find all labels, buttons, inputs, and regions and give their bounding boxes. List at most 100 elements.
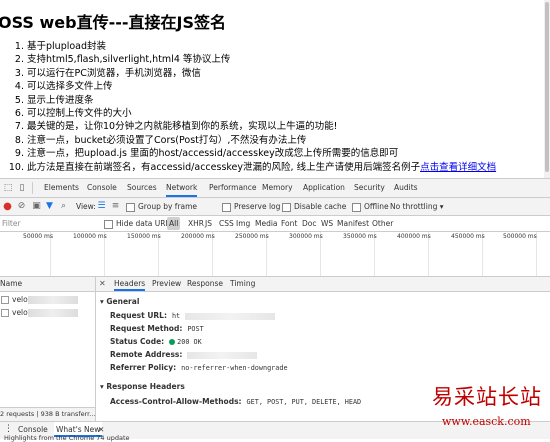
filter-type-other[interactable]: Other [370,217,395,230]
device-toolbar-icon[interactable]: ▯ [17,183,27,193]
devtools-tabbar: ⬚ ▯ Elements Console Sources Network Per… [0,179,550,198]
redacted-text [185,312,276,320]
tab-audits[interactable]: Audits [394,179,418,197]
watermark-url: www.easck.com [442,415,531,428]
page-scrollbar[interactable] [544,0,550,178]
timeline-tick-label: 350000 ms [343,233,377,240]
timeline-tick-label: 500000 ms [503,233,537,240]
request-url-key: Request URL: [110,311,167,320]
timeline-tick-label: 250000 ms [235,233,269,240]
waterfall-icon[interactable]: ≡ [110,201,121,212]
page-title: OSS web直传---直接在JS签名 [0,13,226,32]
redacted-text [187,351,258,359]
search-icon[interactable]: ⌕ [58,201,69,212]
filter-type-font[interactable]: Font [279,217,299,230]
tab-elements[interactable]: Elements [44,179,79,197]
network-toolbar: ● ⊘ ▣ ▼ ⌕ View: ☰ ≡ Group by frame Prese… [0,198,550,216]
filter-input[interactable]: Filter [2,216,21,231]
referrer-policy-value: no-referrer-when-downgrade [181,364,288,372]
filter-type-manifest[interactable]: Manifest [335,217,371,230]
filter-type-media[interactable]: Media [253,217,280,230]
camera-icon[interactable]: ▣ [31,201,42,212]
timeline-tick-label: 300000 ms [289,233,323,240]
tab-network[interactable]: Network [166,179,198,197]
preserve-log-label: Preserve log [234,202,281,211]
timeline-tick-label: 200000 ms [181,233,215,240]
checkbox[interactable] [282,202,291,212]
tab-memory[interactable]: Memory [262,179,293,197]
checkbox[interactable] [222,202,231,212]
disable-cache-checkbox[interactable]: Disable cache [282,198,346,215]
close-icon[interactable]: ✕ [99,277,106,291]
tab-application[interactable]: Application [303,179,345,197]
checkbox[interactable] [352,202,361,212]
hide-data-urls-checkbox[interactable]: Hide data URLs [104,216,174,231]
remote-address-key: Remote Address: [110,350,183,359]
status-code-text: 200 OK [177,338,202,346]
requests-summary: 2 requests | 938 B transferr... [0,407,95,421]
filter-type-js[interactable]: JS [203,217,214,230]
request-url-value: ht [171,312,181,320]
timeline-tick-label: 450000 ms [451,233,485,240]
list-item: 支持html5,flash,silverlight,html4 等协议上传 [27,53,496,66]
watermark-title: 易采站长站 [432,385,542,409]
filter-icon[interactable]: ▼ [44,201,55,212]
status-dot-icon [169,339,176,345]
tab-headers[interactable]: Headers [114,277,146,291]
general-section-header[interactable]: ▾ General [100,297,139,306]
tab-performance[interactable]: Performance [209,179,257,197]
list-item: 最关键的是，让你10分钟之内就能移植到你的系统，实现以上牛逼的功能! [27,120,496,133]
list-item: 显示上传进度条 [27,94,496,107]
docs-link[interactable]: 点击查看详细文档 [420,162,496,173]
tab-console[interactable]: Console [87,179,117,197]
throttling-select[interactable]: No throttling ▾ [390,198,444,215]
filter-type-css[interactable]: CSS [217,217,236,230]
request-row[interactable]: velo [0,307,95,318]
scrollbar-thumb[interactable] [545,2,549,172]
request-row[interactable]: velo [0,294,95,305]
referrer-policy-row: Referrer Policy: no-referrer-when-downgra… [110,363,288,372]
offline-label: Offline [364,202,389,211]
watermark-logo: 易采站长站 www.easck.com [432,381,550,437]
status-code-key: Status Code: [110,337,165,346]
tab-sources[interactable]: Sources [127,179,157,197]
tab-security[interactable]: Security [354,179,385,197]
filter-type-ws[interactable]: WS [319,217,335,230]
acam-key: Access-Control-Allow-Methods: [110,397,242,406]
tab-timing[interactable]: Timing [230,277,255,291]
checkbox[interactable] [126,202,135,212]
filter-type-img[interactable]: Img [234,217,252,230]
request-method-key: Request Method: [110,324,183,333]
acam-value: GET, POST, PUT, DELETE, HEAD [246,398,362,406]
tab-response[interactable]: Response [187,277,223,291]
name-column-header[interactable]: Name [0,277,95,292]
divider [32,182,33,194]
record-icon[interactable]: ● [2,201,13,212]
request-url-row: Request URL: ht [110,311,276,320]
clear-icon[interactable]: ⊘ [16,201,27,212]
status-code-row: Status Code: 200 OK [110,337,202,346]
request-method-row: Request Method: POST [110,324,204,333]
list-item: 此方法是直接在前端签名，有accessid/accesskey泄漏的风险, 线上… [27,161,496,174]
timeline-tick-label: 50000 ms [23,233,53,240]
checkbox[interactable] [104,219,113,229]
filter-type-doc[interactable]: Doc [300,217,319,230]
tab-preview[interactable]: Preview [152,277,181,291]
offline-checkbox[interactable]: Offline [352,198,389,215]
filter-type-all[interactable]: All [167,217,181,230]
remote-address-row: Remote Address: [110,350,258,359]
detail-tabbar: ✕ Headers Preview Response Timing [96,277,550,292]
inspect-element-icon[interactable]: ⬚ [3,183,13,193]
response-headers-section-header[interactable]: ▾ Response Headers [100,382,185,391]
preserve-log-checkbox[interactable]: Preserve log [222,198,280,215]
group-by-frame-label: Group by frame [138,202,198,211]
whats-new-highlight: Highlights from the Chrome 74 update [4,434,130,442]
feature-list: 基于plupload封装 支持html5,flash,silverlight,h… [0,40,496,174]
list-item: 可以运行在PC浏览器，手机浏览器，微信 [27,67,496,80]
group-by-frame-checkbox[interactable]: Group by frame [126,198,197,215]
network-overview[interactable]: 50000 ms 100000 ms 150000 ms 200000 ms 2… [0,232,550,277]
large-rows-icon[interactable]: ☰ [96,201,107,212]
list-item: 注意一点，bucket必须设置了Cors(Post打勾）,不然没有办法上传 [27,134,496,147]
list-item: 注意一点，把upload.js 里面的host/accessid/accessk… [27,147,496,160]
request-icon [1,296,9,304]
